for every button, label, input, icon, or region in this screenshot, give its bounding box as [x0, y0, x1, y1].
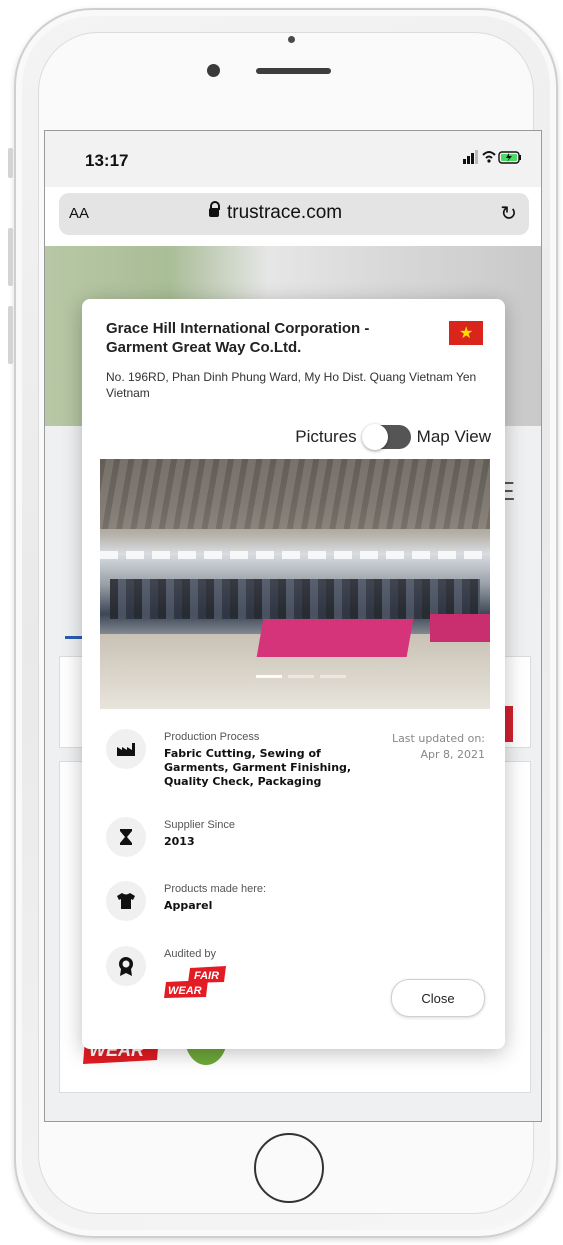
- url-label: trustrace.com: [227, 202, 343, 223]
- photo-workers: [110, 579, 480, 619]
- products-value: Apparel: [164, 899, 213, 912]
- map-view-label[interactable]: Map View: [417, 427, 491, 447]
- address-bar[interactable]: AA trustrace.com ↻: [59, 193, 529, 235]
- status-icons: [463, 149, 523, 169]
- last-updated-value: Apr 8, 2021: [420, 748, 485, 761]
- front-camera: [207, 64, 220, 77]
- last-updated-label: Last updated on:: [391, 732, 485, 745]
- view-toggle-row: Pictures Map View: [295, 424, 491, 450]
- status-time: 13:17: [85, 151, 129, 170]
- volume-up-button: [8, 228, 13, 286]
- products-label: Products made here:: [164, 883, 267, 895]
- production-label: Production Process: [164, 731, 260, 743]
- carousel-dot[interactable]: [320, 675, 346, 678]
- award-icon: [106, 946, 146, 986]
- home-button[interactable]: [254, 1133, 324, 1203]
- mute-switch: [8, 148, 13, 178]
- background-red-tag: [505, 706, 513, 742]
- supplier-since-value: 2013: [164, 835, 195, 848]
- hourglass-icon: [106, 817, 146, 857]
- lock-icon: [209, 201, 220, 217]
- tshirt-icon: [106, 881, 146, 921]
- photo-roof: [100, 459, 490, 529]
- earpiece-speaker: [256, 68, 331, 74]
- proximity-sensor: [288, 36, 295, 43]
- vietnam-flag-icon: ★: [449, 321, 483, 345]
- carousel-indicator[interactable]: [256, 675, 346, 678]
- signal-wifi-battery-icon: [463, 150, 521, 164]
- supplier-address: No. 196RD, Phan Dinh Phung Ward, My Ho D…: [106, 370, 477, 400]
- factory-icon: [106, 729, 146, 769]
- last-updated: Last updated on: Apr 8, 2021: [392, 731, 485, 763]
- svg-text:FAIR: FAIR: [194, 970, 219, 982]
- status-bar: 13:17: [45, 131, 541, 187]
- supplier-modal: Grace Hill International Corporation - G…: [82, 299, 505, 1049]
- supplier-name: Grace Hill International Corporation - G…: [106, 320, 370, 356]
- audited-label: Audited by: [164, 948, 216, 960]
- pictures-label[interactable]: Pictures: [295, 427, 356, 447]
- products-made: Products made here: Apparel: [106, 881, 486, 925]
- phone-screen: 13:17 AA trustrace.com ↻ E MEMBER OF FAI…: [44, 130, 542, 1122]
- carousel-dot[interactable]: [288, 675, 314, 678]
- supplier-since-label: Supplier Since: [164, 819, 235, 831]
- volume-down-button: [8, 306, 13, 364]
- supplier-since: Supplier Since 2013: [106, 817, 486, 861]
- svg-text:WEAR: WEAR: [168, 985, 202, 997]
- factory-photo[interactable]: [100, 459, 490, 709]
- view-toggle-switch[interactable]: [361, 424, 411, 450]
- photo-fabric: [256, 619, 414, 657]
- photo-fabric: [430, 614, 490, 642]
- toggle-knob: [361, 424, 388, 450]
- reload-icon[interactable]: ↻: [500, 201, 517, 226]
- url-text[interactable]: trustrace.com: [209, 201, 343, 224]
- close-button[interactable]: Close: [391, 979, 485, 1017]
- fairwear-logo: FAIR WEAR: [164, 966, 226, 998]
- production-value: Fabric Cutting, Sewing of Garments, Garm…: [164, 747, 352, 788]
- photo-lights: [100, 551, 490, 559]
- text-size-button[interactable]: AA: [69, 205, 89, 222]
- carousel-dot[interactable]: [256, 675, 282, 678]
